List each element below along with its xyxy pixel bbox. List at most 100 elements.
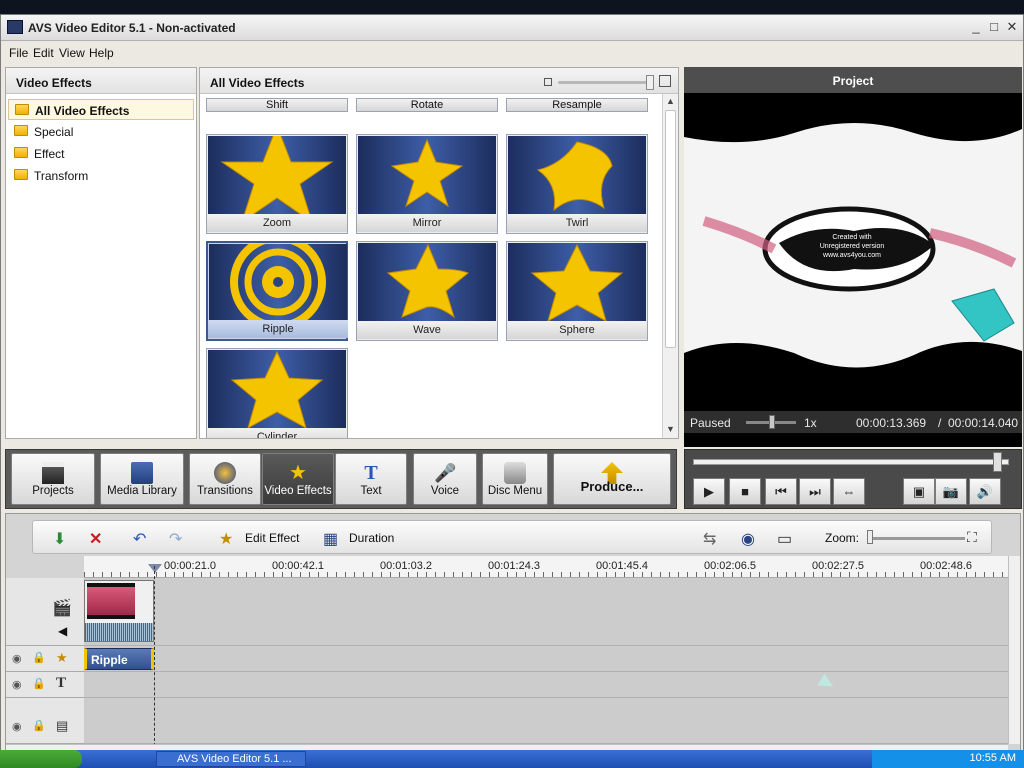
tray-clock: 10:55 AM xyxy=(969,752,1016,764)
fit-to-window-icon[interactable]: ⛶ xyxy=(967,529,977,546)
scroll-thumb[interactable] xyxy=(665,110,676,348)
video-effects-button[interactable]: ★ Video Effects xyxy=(262,453,334,505)
zoom-slider-handle[interactable] xyxy=(867,530,873,544)
add-to-timeline-icon[interactable]: ⬇ xyxy=(53,529,66,549)
effect-shift[interactable]: Shift xyxy=(206,98,348,112)
lock-icon[interactable]: 🔒 xyxy=(32,651,46,664)
lock-icon[interactable]: 🔒 xyxy=(32,719,46,732)
voice-button[interactable]: 🎤 Voice xyxy=(413,453,477,505)
webcam-icon[interactable]: ◉ xyxy=(741,529,755,549)
scroll-down-icon[interactable]: ▼ xyxy=(666,424,675,434)
menu-help[interactable]: Help xyxy=(89,46,114,60)
disc-menu-button[interactable]: Disc Menu xyxy=(482,453,548,505)
maximize-button[interactable]: □ xyxy=(987,20,1001,34)
lock-icon[interactable]: 🔒 xyxy=(32,677,46,690)
watermark-text: Created with Unregistered version www.av… xyxy=(819,234,885,259)
start-button[interactable] xyxy=(0,750,82,768)
text-track[interactable] xyxy=(84,672,1008,698)
visibility-eye-icon[interactable]: ◉ xyxy=(12,720,22,733)
category-transform[interactable]: Transform xyxy=(8,165,194,186)
media-library-button[interactable]: Media Library xyxy=(100,453,184,505)
effects-track[interactable]: Ripple xyxy=(84,646,1008,672)
folder-icon xyxy=(14,125,28,136)
snapshot-camera-icon[interactable]: 📷 xyxy=(935,478,967,505)
timeline-ruler[interactable]: 00:00:21.0 00:00:42.1 00:01:03.2 00:01:2… xyxy=(84,556,1008,578)
effect-label: Twirl xyxy=(507,214,647,232)
seek-bar[interactable] xyxy=(693,459,1009,465)
effect-rotate[interactable]: Rotate xyxy=(356,98,498,112)
projects-button[interactable]: Projects xyxy=(11,453,95,505)
disc-menu-icon xyxy=(504,462,526,484)
gallery-header: All Video Effects xyxy=(200,68,678,94)
volume-icon[interactable]: 🔊 xyxy=(969,478,1001,505)
text-button[interactable]: T Text xyxy=(335,453,407,505)
fullscreen-button[interactable]: ⇔ xyxy=(833,478,865,505)
scroll-up-icon[interactable]: ▲ xyxy=(666,96,675,106)
visibility-eye-icon[interactable]: ◉ xyxy=(12,678,22,691)
effect-ripple[interactable]: Ripple xyxy=(206,241,348,341)
category-effect[interactable]: Effect xyxy=(8,143,194,164)
edit-effect-icon[interactable]: ★ xyxy=(219,529,233,549)
timeline-panel: ⬇ ✕ ↶ ↷ ★ Edit Effect ▦ Duration ⇆ ◉ ▭ Z… xyxy=(5,513,1021,756)
category-label: Special xyxy=(34,125,74,139)
visibility-eye-icon[interactable]: ◉ xyxy=(12,652,22,665)
taskbar-app-item[interactable]: AVS Video Editor 5.1 ... xyxy=(156,751,306,767)
large-thumbnails-icon[interactable] xyxy=(659,75,671,87)
effect-wave[interactable]: Wave xyxy=(356,241,498,341)
effect-sphere[interactable]: Sphere xyxy=(506,241,648,341)
thumbnail-size-handle[interactable] xyxy=(646,75,654,90)
menu-file[interactable]: File xyxy=(9,46,28,60)
zoom-label: Zoom: xyxy=(825,531,860,545)
audio-speaker-icon[interactable]: ◀ xyxy=(58,624,67,638)
video-clip[interactable] xyxy=(84,580,154,642)
duration-button[interactable]: Duration xyxy=(349,531,394,545)
category-all-video-effects[interactable]: All Video Effects xyxy=(8,99,194,120)
split-icon[interactable]: ⇆ xyxy=(703,529,716,549)
play-button[interactable]: ▶ xyxy=(693,478,725,505)
effect-zoom[interactable]: Zoom xyxy=(206,134,348,234)
seek-handle[interactable] xyxy=(993,452,1002,472)
small-thumbnails-icon[interactable] xyxy=(544,78,552,86)
minimize-button[interactable]: _ xyxy=(969,20,983,34)
playhead-handle[interactable] xyxy=(148,564,162,573)
time-separator: / xyxy=(938,416,942,430)
menu-view[interactable]: View xyxy=(59,46,85,60)
folder-icon xyxy=(14,147,28,158)
delete-icon[interactable]: ✕ xyxy=(89,529,102,549)
effect-twirl[interactable]: Twirl xyxy=(506,134,648,234)
close-button[interactable]: ✕ xyxy=(1005,20,1019,34)
duration-icon[interactable]: ▦ xyxy=(323,529,338,549)
redo-icon[interactable]: ↷ xyxy=(169,529,182,549)
overlay-track[interactable] xyxy=(84,698,1008,744)
effect-star-icon: ★ xyxy=(56,650,68,665)
menu-edit[interactable]: Edit xyxy=(33,46,54,60)
button-label: Video Effects xyxy=(264,485,332,497)
monitor-icon[interactable]: ▣ xyxy=(903,478,935,505)
undo-icon[interactable]: ↶ xyxy=(133,529,146,549)
timeline-vertical-scrollbar[interactable] xyxy=(1008,556,1020,744)
gallery-scrollbar[interactable]: ▲ ▼ xyxy=(662,94,678,438)
button-label: Projects xyxy=(32,485,74,497)
effects-gallery: All Video Effects Shift Rotate Resample … xyxy=(199,67,679,439)
thumbnail-size-slider[interactable] xyxy=(558,81,650,84)
folder-icon xyxy=(15,104,29,115)
zoom-slider[interactable] xyxy=(873,537,965,540)
effect-clip-ripple[interactable]: Ripple xyxy=(84,648,154,670)
transitions-button[interactable]: Transitions xyxy=(189,453,261,505)
stop-button[interactable]: ■ xyxy=(729,478,761,505)
effect-mirror[interactable]: Mirror xyxy=(356,134,498,234)
effect-cylinder[interactable]: Cylinder xyxy=(206,348,348,438)
playhead-line xyxy=(154,566,155,746)
button-label: Disc Menu xyxy=(487,485,543,497)
produce-button[interactable]: Produce... xyxy=(553,453,671,505)
video-track[interactable] xyxy=(84,578,1008,646)
sphere-thumbnail xyxy=(508,243,646,321)
effect-resample[interactable]: Resample xyxy=(506,98,648,112)
button-label: Produce... xyxy=(580,479,644,494)
speed-slider-handle[interactable] xyxy=(769,415,775,429)
display-mode-icon[interactable]: ▭ xyxy=(777,529,792,549)
next-frame-button[interactable]: ⏭ xyxy=(799,478,831,505)
previous-frame-button[interactable]: ⏮ xyxy=(765,478,797,505)
edit-effect-button[interactable]: Edit Effect xyxy=(245,531,299,545)
category-special[interactable]: Special xyxy=(8,121,194,142)
